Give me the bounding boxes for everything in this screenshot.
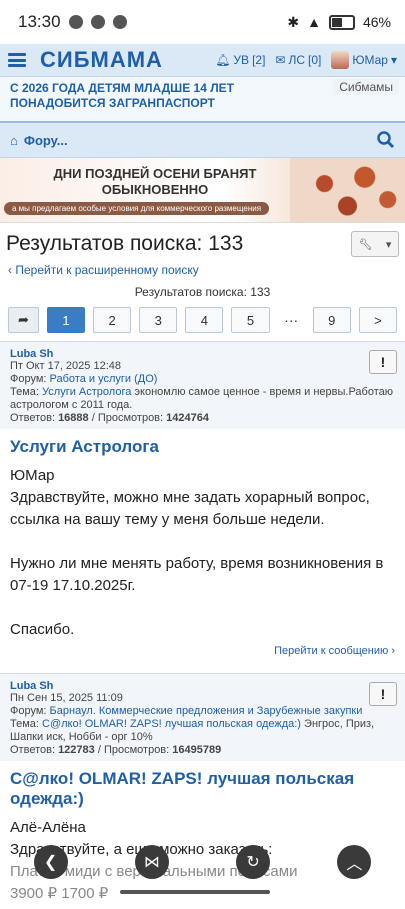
user-menu[interactable]: ЮМар ▾ bbox=[331, 51, 397, 69]
menu-icon[interactable] bbox=[8, 53, 26, 67]
chevron-down-icon: ▾ bbox=[385, 238, 392, 251]
breadcrumb[interactable]: ⌂ Фору... bbox=[10, 133, 377, 148]
share-button[interactable]: ⋈ bbox=[134, 845, 169, 879]
search-result-body: Услуги Астролога ЮМар Здравствуйте, можн… bbox=[0, 429, 405, 667]
post-heading[interactable]: Услуги Астролога bbox=[10, 437, 395, 457]
page-button[interactable]: 5 bbox=[231, 307, 270, 333]
scroll-top-button[interactable]: ︿ bbox=[337, 845, 372, 879]
post-author[interactable]: Luba Sh bbox=[10, 348, 395, 360]
jump-to-page-button[interactable]: ➦ bbox=[8, 307, 39, 333]
share-icon: ⋈ bbox=[143, 854, 160, 871]
banner-subtitle: а мы предлагаем особые условия для комме… bbox=[4, 202, 270, 215]
report-button[interactable]: ! bbox=[369, 350, 397, 374]
forum-breadcrumb-bar: ⌂ Фору... bbox=[0, 123, 405, 158]
search-result-body: С@лко! OLMAR! ZAPS! лучшая польская одеж… bbox=[0, 761, 405, 909]
post-date: Пн Сен 15, 2025 11:09 bbox=[10, 692, 123, 704]
results-count: Результатов поиска: 133 bbox=[134, 285, 271, 299]
banner-image bbox=[290, 158, 405, 222]
announcement-tag: Сибмамы bbox=[333, 79, 399, 95]
chevron-left-icon: ❮ bbox=[43, 854, 58, 871]
status-bar: 13:30 ✱ ▲ 46% bbox=[0, 0, 405, 44]
reload-button[interactable]: ↻ bbox=[236, 845, 271, 879]
pagination-ellipsis: ··· bbox=[284, 312, 299, 328]
private-messages-link[interactable]: ✉ ЛС [0] bbox=[275, 53, 321, 67]
battery-level: 46% bbox=[362, 14, 391, 30]
post-heading[interactable]: С@лко! OLMAR! ZAPS! лучшая польская одеж… bbox=[10, 769, 395, 809]
banner-title: ДНИ ПОЗДНЕЙ ОСЕНИ БРАНЯТ ОБЫКНОВЕННО bbox=[53, 166, 257, 197]
top-navbar: СИБМАМА 🔔︎ УВ [2] ✉ ЛС [0] ЮМар ▾ bbox=[0, 44, 405, 77]
search-icon[interactable] bbox=[377, 131, 395, 149]
signal-icon: ▲ bbox=[307, 14, 321, 30]
page-button[interactable]: 2 bbox=[93, 307, 132, 333]
wrench-icon: 🔧︎ bbox=[358, 238, 373, 251]
page-button[interactable]: 4 bbox=[185, 307, 224, 333]
battery-icon bbox=[328, 14, 355, 30]
page-title: Результатов поиска: 133 bbox=[6, 232, 244, 255]
chevron-up-icon: ︿ bbox=[346, 856, 363, 873]
page-button[interactable]: 9 bbox=[312, 307, 351, 333]
forum-link[interactable]: Барнаул. Коммерческие предложения и Зару… bbox=[50, 705, 363, 717]
ad-banner[interactable]: ДНИ ПОЗДНЕЙ ОСЕНИ БРАНЯТ ОБЫКНОВЕННО а м… bbox=[0, 158, 405, 223]
back-button[interactable]: ❮ bbox=[33, 845, 68, 879]
advanced-search-link[interactable]: ‹ Перейти к расширенному поиску bbox=[0, 257, 405, 277]
announcement-text: С 2026 ГОДА ДЕТЯМ МЛАДШЕ 14 ЛЕТ ПОНАДОБИ… bbox=[10, 81, 234, 110]
chevron-down-icon: ▾ bbox=[390, 53, 397, 67]
next-page-button[interactable]: > bbox=[358, 307, 397, 333]
forum-link[interactable]: Работа и услуги (ДО) bbox=[50, 373, 158, 385]
notification-icon bbox=[68, 15, 83, 29]
arrow-right-icon: ➦ bbox=[18, 312, 29, 327]
post-author[interactable]: Luba Sh bbox=[10, 680, 395, 692]
bottom-toolbar: ❮ ⋈ ↻ ︿ bbox=[0, 842, 405, 882]
search-result-meta: Luba Sh Пт Окт 17, 2025 12:48 Форум: Раб… bbox=[0, 341, 405, 429]
site-logo[interactable]: СИБМАМА bbox=[40, 47, 205, 73]
avatar bbox=[331, 51, 350, 69]
bell-icon: 🔔︎ bbox=[215, 53, 231, 67]
cloud-icon bbox=[112, 15, 127, 29]
reload-icon: ↻ bbox=[246, 854, 260, 871]
topic-link[interactable]: С@лко! OLMAR! ZAPS! лучшая польская одеж… bbox=[42, 718, 301, 730]
page-button[interactable]: 1 bbox=[46, 307, 86, 333]
clock: 13:30 bbox=[18, 12, 61, 31]
notification-icon bbox=[90, 15, 105, 29]
tools-button[interactable]: 🔧︎ ▾ bbox=[351, 231, 399, 257]
home-icon: ⌂ bbox=[10, 132, 18, 148]
mail-icon: ✉ bbox=[275, 53, 286, 67]
report-button[interactable]: ! bbox=[369, 682, 397, 706]
page-button[interactable]: 3 bbox=[139, 307, 178, 333]
topic-link[interactable]: Услуги Астролога bbox=[42, 386, 131, 398]
goto-post-link[interactable]: Перейти к сообщению › bbox=[10, 641, 395, 663]
notifications-link[interactable]: 🔔︎ УВ [2] bbox=[215, 53, 265, 67]
pagination: ➦ 1 2 3 4 5 ··· 9 > bbox=[0, 299, 405, 335]
announcement-bar[interactable]: С 2026 ГОДА ДЕТЯМ МЛАДШЕ 14 ЛЕТ ПОНАДОБИ… bbox=[0, 77, 405, 123]
bluetooth-icon: ✱ bbox=[287, 13, 300, 30]
post-date: Пт Окт 17, 2025 12:48 bbox=[10, 360, 121, 372]
search-result-meta: Luba Sh Пн Сен 15, 2025 11:09 Форум: Бар… bbox=[0, 673, 405, 761]
gesture-bar[interactable] bbox=[120, 890, 270, 894]
